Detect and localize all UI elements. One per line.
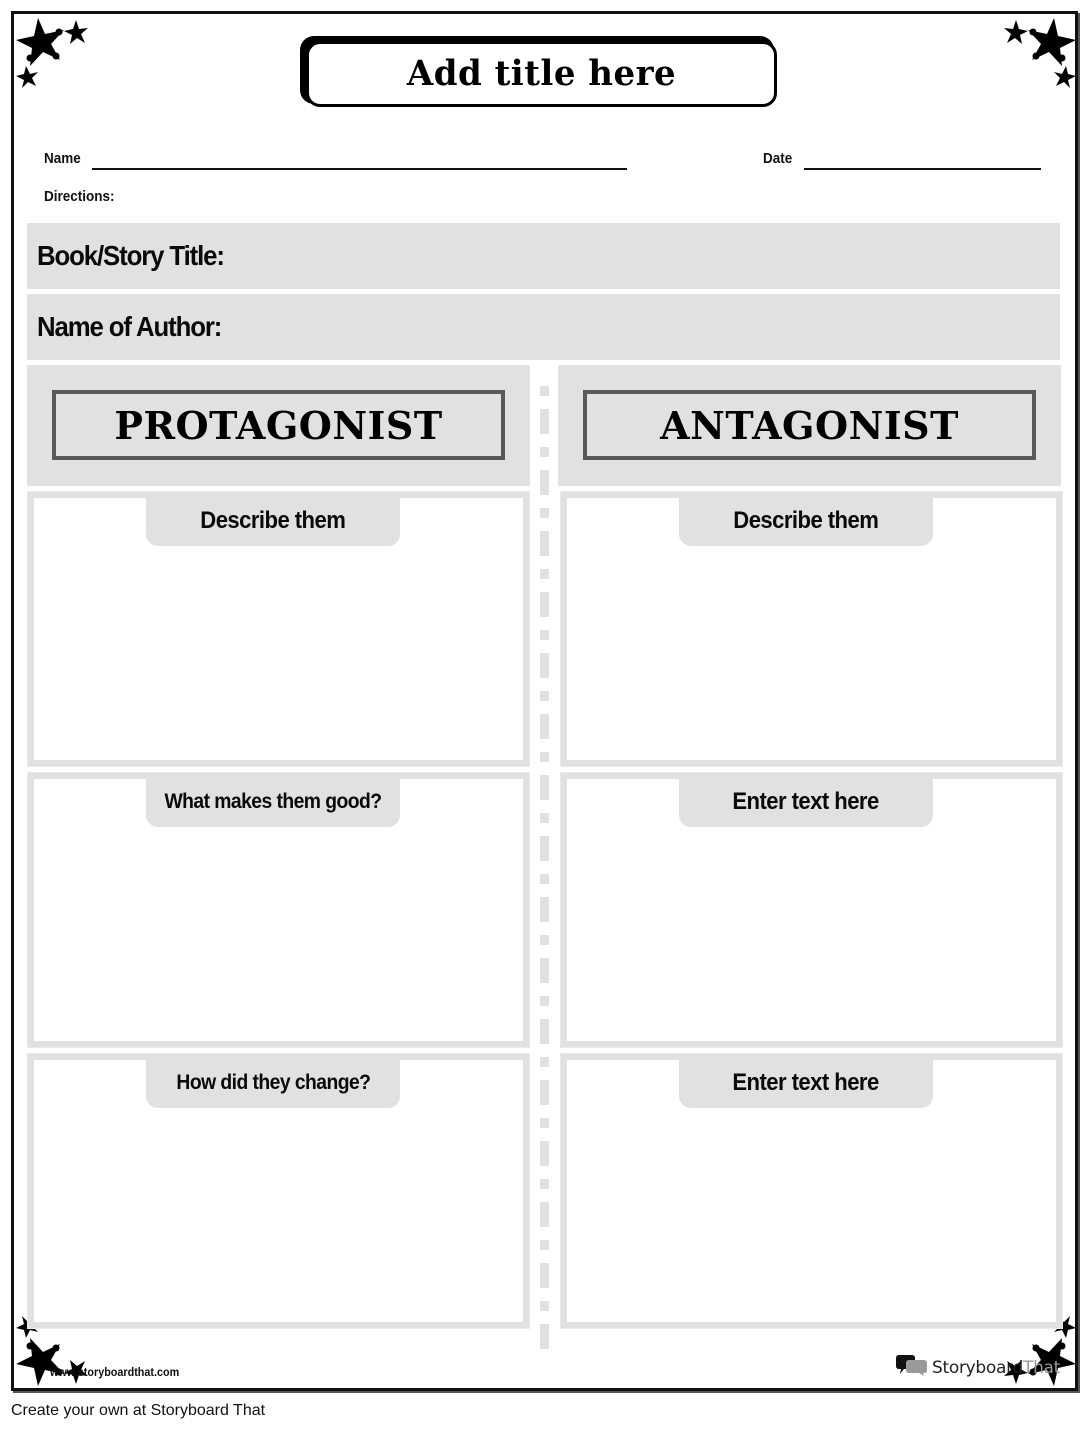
prompt-text: Describe them	[733, 507, 879, 534]
date-label: Date	[763, 150, 793, 167]
title-box[interactable]: Add title here	[306, 41, 777, 107]
prompt-text: What makes them good?	[164, 790, 382, 813]
divider-dash	[540, 897, 549, 922]
antagonist-header-panel: ANTAGONIST	[558, 365, 1061, 486]
column-divider	[540, 386, 549, 1361]
divider-dash	[540, 409, 549, 434]
divider-dash	[540, 386, 549, 396]
prompt-text: Enter text here	[732, 1069, 880, 1096]
protagonist-header-panel: PROTAGONIST	[27, 365, 530, 486]
divider-dash	[540, 1141, 549, 1166]
divider-dash	[540, 874, 549, 884]
divider-dash	[540, 1057, 549, 1067]
prompt-text: Describe them	[200, 507, 346, 534]
book-title-label: Book/Story Title:	[37, 240, 225, 271]
name-label: Name	[44, 150, 81, 167]
antagonist-box-3[interactable]: Enter text here	[560, 1053, 1063, 1329]
protagonist-heading-box: PROTAGONIST	[52, 390, 505, 460]
dashed-divider-line	[540, 386, 549, 1349]
divider-dash	[540, 470, 549, 495]
brand-name: StoryboardThat	[932, 1358, 1060, 1378]
divider-dash	[540, 630, 549, 640]
divider-dash	[540, 958, 549, 983]
star-cluster-graphic	[16, 18, 88, 88]
antagonist-box-2[interactable]: Enter text here	[560, 772, 1063, 1048]
prompt-tab: Describe them	[679, 498, 933, 546]
divider-dash	[540, 1240, 549, 1250]
divider-dash	[540, 508, 549, 518]
protagonist-box-1[interactable]: Describe them	[27, 491, 530, 767]
brand-name-light: That	[1023, 1357, 1061, 1378]
protagonist-box-2[interactable]: What makes them good?	[27, 772, 530, 1048]
name-field[interactable]	[92, 168, 627, 170]
prompt-tab: Enter text here	[679, 779, 933, 827]
prompt-tab: What makes them good?	[146, 779, 400, 827]
divider-dash	[540, 531, 549, 556]
divider-dash	[540, 1080, 549, 1105]
storyboardthat-logo[interactable]: StoryboardThat	[896, 1354, 1060, 1381]
star-cluster-icon	[996, 16, 1076, 96]
divider-dash	[540, 1118, 549, 1128]
divider-dash	[540, 775, 549, 800]
divider-dash	[540, 447, 549, 457]
divider-dash	[540, 935, 549, 945]
worksheet-title[interactable]: Add title here	[407, 54, 676, 95]
create-your-own-caption[interactable]: Create your own at Storyboard That	[11, 1402, 265, 1420]
prompt-text: Enter text here	[732, 788, 880, 815]
book-title-bar[interactable]: Book/Story Title:	[27, 223, 1060, 289]
speech-bubbles-icon	[896, 1354, 928, 1381]
divider-dash	[540, 1179, 549, 1189]
brand-name-dark: Storyboard	[932, 1357, 1023, 1378]
divider-dash	[540, 1301, 549, 1311]
divider-dash	[540, 836, 549, 861]
site-url[interactable]: www.storyboardthat.com	[50, 1365, 179, 1379]
divider-dash	[540, 1324, 549, 1349]
divider-dash	[540, 592, 549, 617]
prompt-text: How did they change?	[175, 1071, 371, 1094]
protagonist-heading: PROTAGONIST	[114, 402, 443, 448]
divider-dash	[540, 691, 549, 701]
antagonist-box-1[interactable]: Describe them	[560, 491, 1063, 767]
divider-dash	[540, 752, 549, 762]
divider-dash	[540, 813, 549, 823]
prompt-tab: How did they change?	[146, 1060, 400, 1108]
protagonist-box-3[interactable]: How did they change?	[27, 1053, 530, 1329]
divider-dash	[540, 1019, 549, 1044]
prompt-tab: Describe them	[146, 498, 400, 546]
divider-dash	[540, 1263, 549, 1288]
star-cluster-icon	[16, 16, 96, 96]
divider-dash	[540, 569, 549, 579]
author-name-label: Name of Author:	[37, 311, 222, 342]
date-field[interactable]	[804, 168, 1041, 170]
antagonist-heading-box: ANTAGONIST	[583, 390, 1036, 460]
divider-dash	[540, 1202, 549, 1227]
star-cluster-graphic	[1004, 18, 1076, 88]
antagonist-heading: ANTAGONIST	[660, 402, 959, 448]
divider-dash	[540, 714, 549, 739]
author-name-bar[interactable]: Name of Author:	[27, 294, 1060, 360]
directions-label: Directions:	[44, 188, 115, 205]
prompt-tab: Enter text here	[679, 1060, 933, 1108]
divider-dash	[540, 653, 549, 678]
divider-dash	[540, 996, 549, 1006]
